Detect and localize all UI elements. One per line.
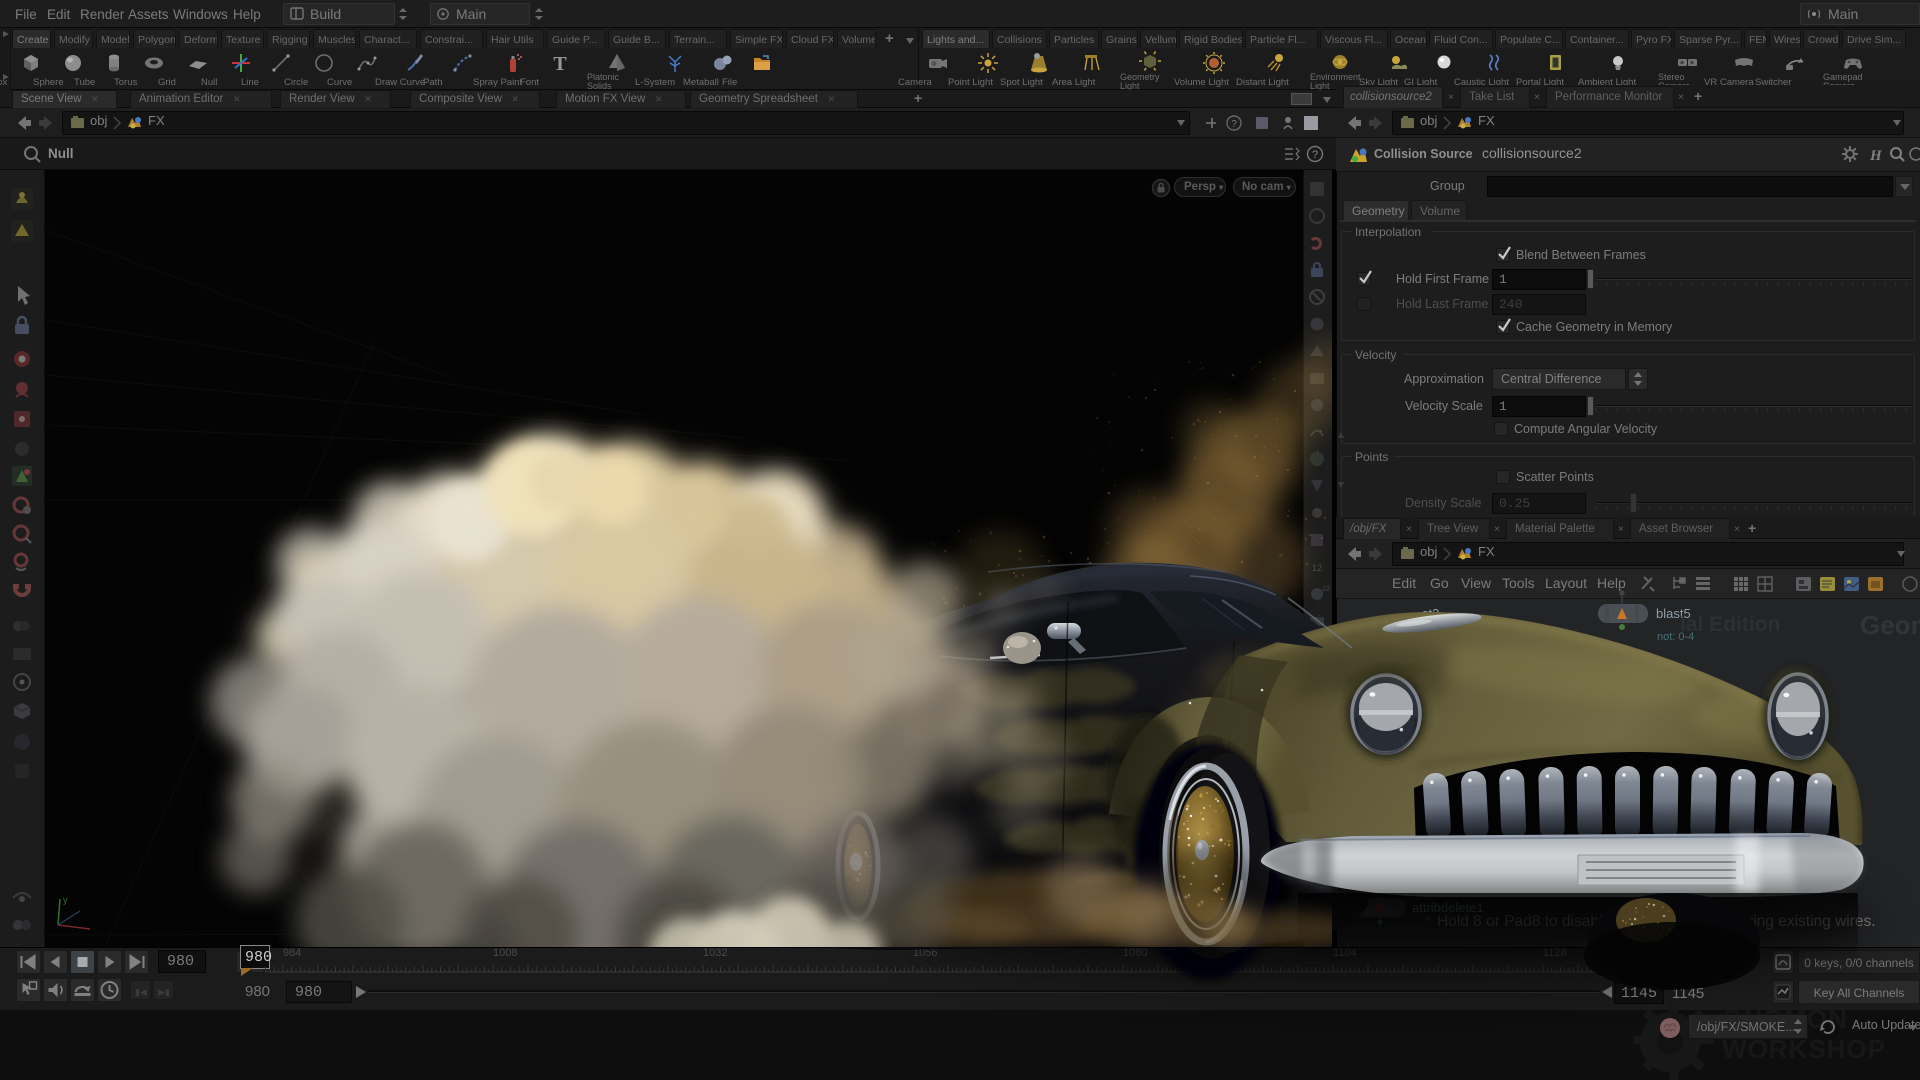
svg-text:12: 12 [1312, 563, 1322, 573]
svg-text:T: T [553, 53, 567, 75]
svg-text:12: 12 [1322, 586, 1330, 593]
svg-text:?: ? [1312, 149, 1318, 161]
svg-text:?: ? [1231, 119, 1237, 130]
svg-text:H: H [1869, 148, 1883, 164]
svg-text:y: y [63, 895, 68, 905]
